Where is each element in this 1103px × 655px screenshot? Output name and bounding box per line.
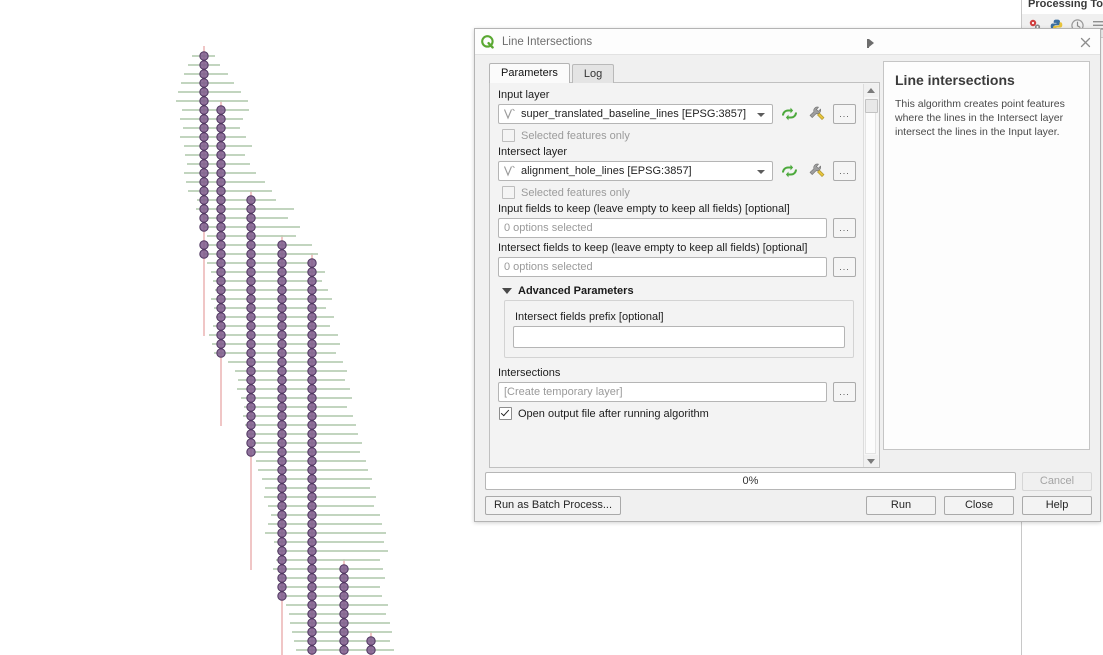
input-layer-row: super_translated_baseline_lines [EPSG:38… (498, 104, 856, 124)
line-layer-icon (503, 165, 517, 177)
collapse-right-icon[interactable] (867, 37, 877, 49)
refresh-icon[interactable] (779, 161, 800, 181)
input-fields-to-keep-row: 0 options selected ... (498, 218, 856, 238)
wrench-icon[interactable] (806, 161, 827, 181)
intersect-fields-to-keep-row: 0 options selected ... (498, 257, 856, 277)
open-output-label: Open output file after running algorithm (518, 407, 709, 420)
advanced-parameters-title: Advanced Parameters (518, 285, 634, 297)
line-layer-icon (503, 108, 517, 120)
intersect-fields-to-keep-value[interactable]: 0 options selected (498, 257, 827, 277)
input-layer-browse-button[interactable]: ... (833, 104, 856, 124)
intersections-output-input[interactable]: [Create temporary layer] (498, 382, 827, 402)
caret-down-icon[interactable] (502, 288, 512, 294)
intersect-layer-browse-button[interactable]: ... (833, 161, 856, 181)
input-fields-to-keep-browse-button[interactable]: ... (833, 218, 856, 238)
intersect-fields-prefix-label: Intersect fields prefix [optional] (515, 311, 664, 323)
intersect-fields-to-keep-label: Intersect fields to keep (leave empty to… (498, 242, 808, 254)
scrollbar-track[interactable] (865, 112, 876, 454)
advanced-parameters-group: Intersect fields prefix [optional] (504, 300, 854, 358)
input-selected-features-checkbox[interactable] (502, 129, 515, 142)
close-icon[interactable] (1076, 33, 1094, 51)
open-output-checkbox[interactable] (499, 407, 512, 420)
scroll-up-icon[interactable] (864, 84, 878, 97)
tab-log[interactable]: Log (571, 64, 615, 83)
intersect-fields-prefix-input[interactable] (513, 326, 845, 348)
open-output-row[interactable]: Open output file after running algorithm (499, 407, 856, 420)
chevron-down-icon[interactable] (757, 170, 765, 174)
refresh-icon[interactable] (779, 104, 800, 124)
intersect-fields-to-keep-browse-button[interactable]: ... (833, 257, 856, 277)
scrollbar-thumb[interactable] (865, 99, 878, 113)
run-button[interactable]: Run (866, 495, 936, 515)
algorithm-description-title: Line intersections (895, 72, 1015, 88)
input-layer-value: super_translated_baseline_lines [EPSG:38… (521, 108, 747, 120)
scroll-down-icon[interactable] (864, 455, 878, 467)
input-selected-features-label: Selected features only (521, 129, 630, 142)
line-intersections-dialog: Line Intersections Parameters Log Input … (474, 28, 1101, 522)
intersections-output-label: Intersections (498, 367, 561, 379)
run-as-batch-process-button[interactable]: Run as Batch Process... (485, 495, 621, 515)
algorithm-description-panel: Line intersections This algorithm create… (883, 61, 1090, 450)
chevron-down-icon[interactable] (757, 113, 765, 117)
intersect-layer-row: alignment_hole_lines [EPSG:3857] ... (498, 161, 856, 181)
intersect-layer-combo[interactable]: alignment_hole_lines [EPSG:3857] (498, 161, 773, 181)
input-selected-features-row[interactable]: Selected features only (502, 129, 856, 142)
processing-toolbox-title: Processing Toolb (1028, 0, 1103, 10)
intersect-layer-value: alignment_hole_lines [EPSG:3857] (521, 165, 692, 177)
parameters-panel: Input layer super_translated_baseline_li… (489, 82, 880, 468)
wrench-icon[interactable] (806, 104, 827, 124)
qgis-logo-icon (481, 34, 495, 49)
dialog-title: Line Intersections (502, 35, 593, 48)
input-layer-label: Input layer (498, 89, 550, 101)
close-button[interactable]: Close (944, 495, 1014, 515)
progress-bar: 0% (485, 472, 1016, 490)
progress-row: 0% Cancel (485, 470, 1092, 492)
intersect-layer-label: Intersect layer (498, 146, 568, 158)
cancel-button[interactable]: Cancel (1022, 471, 1092, 491)
intersections-output-row: [Create temporary layer] ... (498, 382, 856, 402)
input-layer-combo[interactable]: super_translated_baseline_lines [EPSG:38… (498, 104, 773, 124)
dialog-button-row: Run as Batch Process... Run Close Help (485, 494, 1092, 516)
input-fields-to-keep-value[interactable]: 0 options selected (498, 218, 827, 238)
tab-parameters[interactable]: Parameters (489, 63, 570, 83)
intersections-output-browse-button[interactable]: ... (833, 382, 856, 402)
intersect-selected-features-checkbox[interactable] (502, 186, 515, 199)
parameters-scrollbar[interactable] (863, 84, 878, 467)
help-button[interactable]: Help (1022, 495, 1092, 515)
dialog-tabs: Parameters Log (489, 63, 616, 83)
algorithm-description-body: This algorithm creates point features wh… (895, 98, 1065, 138)
dialog-titlebar[interactable]: Line Intersections (475, 29, 1100, 55)
intersect-selected-features-row[interactable]: Selected features only (502, 186, 856, 199)
advanced-parameters-header[interactable]: Advanced Parameters (502, 285, 856, 297)
intersect-selected-features-label: Selected features only (521, 186, 630, 199)
input-fields-to-keep-label: Input fields to keep (leave empty to kee… (498, 203, 790, 215)
